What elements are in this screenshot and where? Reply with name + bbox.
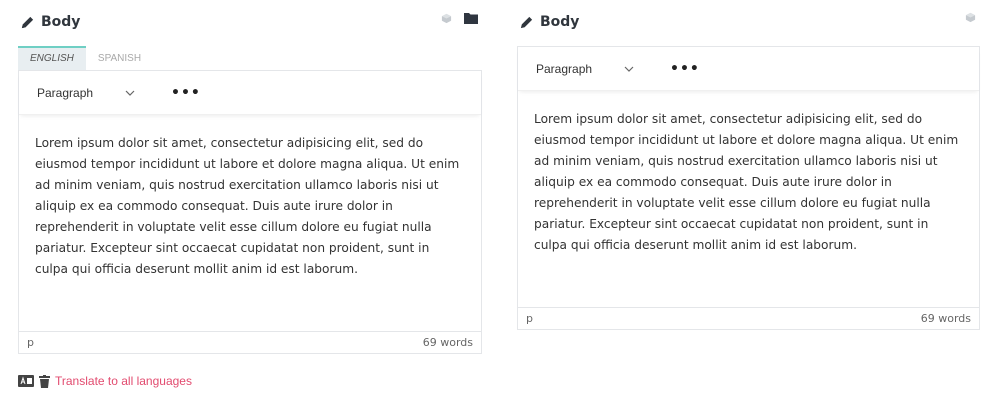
left-field-panel: Body ENGLISH SPANISH Paragraph ••• Lorem… xyxy=(18,0,482,354)
field-header: Body xyxy=(18,0,482,46)
chevron-down-icon xyxy=(125,90,135,96)
word-count: 69 words xyxy=(920,312,971,325)
block-style-select[interactable]: Paragraph xyxy=(530,55,640,83)
field-title-text: Body xyxy=(540,14,580,30)
field-header-icons xyxy=(965,12,976,23)
rich-text-editor: Paragraph ••• Lorem ipsum dolor sit amet… xyxy=(517,46,980,330)
more-options-button[interactable]: ••• xyxy=(171,85,201,101)
folder-icon[interactable] xyxy=(464,12,478,24)
field-title: Body xyxy=(519,14,579,30)
field-header: Body xyxy=(517,0,980,46)
tab-english[interactable]: ENGLISH xyxy=(18,46,86,70)
field-header-icons xyxy=(441,12,478,24)
tab-spanish[interactable]: SPANISH xyxy=(86,46,153,70)
editor-statusbar: p 69 words xyxy=(19,331,481,353)
block-style-select[interactable]: Paragraph xyxy=(31,79,141,107)
cube-icon[interactable] xyxy=(965,12,976,23)
field-title: Body xyxy=(20,14,80,30)
language-icon xyxy=(18,375,34,387)
editor-toolbar: Paragraph ••• xyxy=(518,47,979,91)
more-options-button[interactable]: ••• xyxy=(670,61,700,77)
element-path[interactable]: p xyxy=(526,312,533,325)
block-style-value: Paragraph xyxy=(37,85,94,100)
pencil-icon xyxy=(21,16,34,28)
editor-statusbar: p 69 words xyxy=(518,307,979,329)
field-title-text: Body xyxy=(41,14,81,30)
block-style-value: Paragraph xyxy=(536,61,593,76)
editor-toolbar: Paragraph ••• xyxy=(19,71,481,115)
language-tabs: ENGLISH SPANISH xyxy=(18,46,482,70)
pencil-icon xyxy=(520,16,533,28)
translate-all-link[interactable]: Translate to all languages xyxy=(55,374,192,388)
rich-text-editor: Paragraph ••• Lorem ipsum dolor sit amet… xyxy=(18,70,482,354)
word-count: 69 words xyxy=(422,336,473,349)
right-field-panel: Body Paragraph ••• Lorem ipsum dolor sit… xyxy=(517,0,980,330)
editor-content[interactable]: Lorem ipsum dolor sit amet, consectetur … xyxy=(19,115,481,280)
translate-row: Translate to all languages xyxy=(18,374,192,388)
element-path[interactable]: p xyxy=(27,336,34,349)
editor-content[interactable]: Lorem ipsum dolor sit amet, consectetur … xyxy=(518,91,979,256)
trash-icon[interactable] xyxy=(39,374,50,388)
chevron-down-icon xyxy=(624,66,634,72)
cube-icon[interactable] xyxy=(441,13,452,24)
